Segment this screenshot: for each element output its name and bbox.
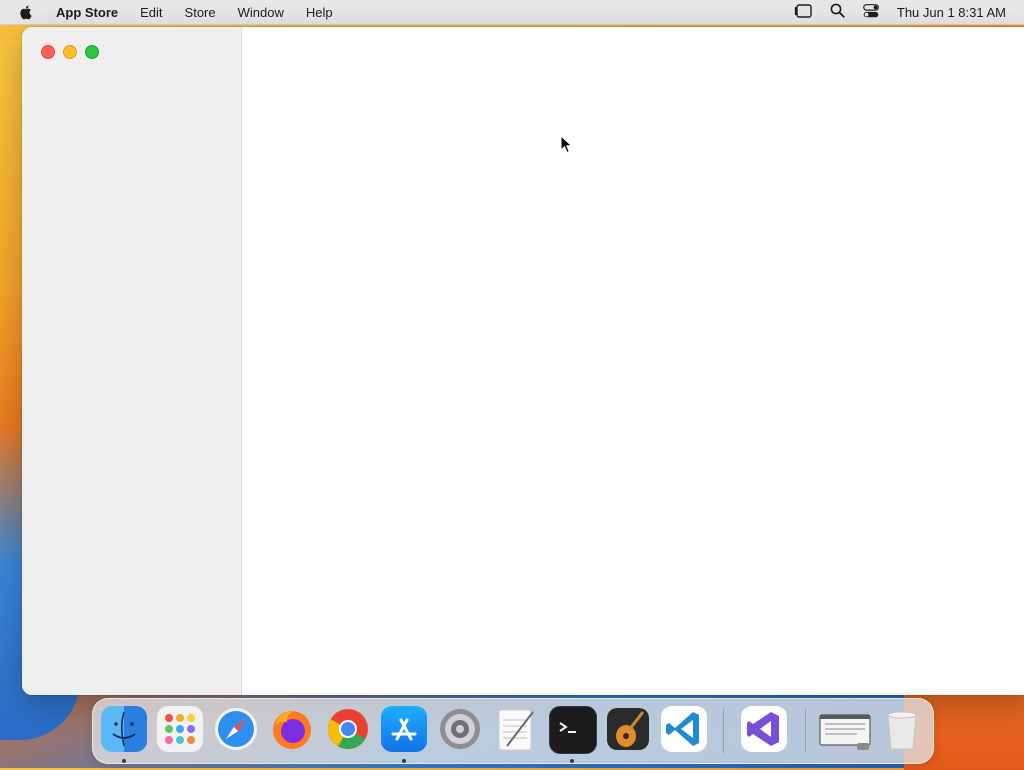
menu-bar: App Store Edit Store Window Help Thu Jun… xyxy=(0,0,1024,25)
menu-help[interactable]: Help xyxy=(295,5,344,20)
chrome-icon[interactable] xyxy=(325,706,371,752)
apple-menu-icon[interactable] xyxy=(18,4,34,20)
menu-app-store[interactable]: App Store xyxy=(46,5,129,20)
garageband-icon[interactable] xyxy=(605,706,651,752)
dock xyxy=(92,698,934,764)
control-center-icon[interactable] xyxy=(862,3,879,21)
stage-manager-icon[interactable] xyxy=(794,3,812,21)
window-controls xyxy=(41,45,99,59)
maximize-button[interactable] xyxy=(85,45,99,59)
safari-icon[interactable] xyxy=(213,706,259,752)
trash-icon[interactable] xyxy=(879,706,925,752)
terminal-icon[interactable] xyxy=(549,706,597,754)
main-content xyxy=(242,27,1024,695)
menu-window[interactable]: Window xyxy=(227,5,295,20)
dock-separator xyxy=(805,709,806,753)
menu-clock[interactable]: Thu Jun 1 8:31 AM xyxy=(897,5,1006,20)
app-store-running-indicator xyxy=(402,759,406,763)
menu-edit[interactable]: Edit xyxy=(129,5,173,20)
system-settings-icon[interactable] xyxy=(437,706,483,752)
app-store-icon[interactable] xyxy=(381,706,427,752)
terminal-running-indicator xyxy=(570,759,574,763)
minimize-button[interactable] xyxy=(63,45,77,59)
finder-icon[interactable] xyxy=(101,706,147,752)
screen-preview-icon[interactable] xyxy=(817,706,873,752)
mouse-cursor-icon xyxy=(560,135,573,154)
dock-separator xyxy=(723,709,724,753)
finder-running-indicator xyxy=(122,759,126,763)
firefox-icon[interactable] xyxy=(269,706,315,752)
vscode-icon[interactable] xyxy=(661,706,707,752)
launchpad-icon[interactable] xyxy=(157,706,203,752)
app-store-window xyxy=(22,27,1024,695)
visual-studio-icon[interactable] xyxy=(741,706,787,752)
sidebar xyxy=(22,27,242,695)
close-button[interactable] xyxy=(41,45,55,59)
menu-store[interactable]: Store xyxy=(174,5,227,20)
textedit-icon[interactable] xyxy=(493,706,539,752)
spotlight-search-icon[interactable] xyxy=(830,3,845,21)
